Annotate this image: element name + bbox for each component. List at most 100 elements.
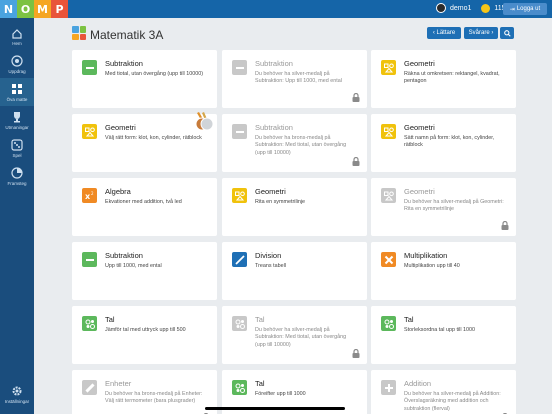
sidebar-item-target[interactable]: Uppdrag <box>0 50 34 78</box>
topic-card[interactable]: Geometri Sätt namn på form: klot, kon, cy… <box>371 114 516 172</box>
logo-letter: O <box>17 0 34 18</box>
sidebar-item-label: Hem <box>12 40 22 46</box>
topic-card: Subtraktion Du behöver ha brons-medalj på… <box>222 114 367 172</box>
math-grade-icon <box>72 26 86 40</box>
topic-description: Du behöver ha brons-medalj på Enheter: V… <box>105 391 203 405</box>
topic-card[interactable]: Subtraktion Med tiotal, utan övergång (up… <box>72 50 217 108</box>
sidebar-item-label: Utmaningar <box>5 124 29 130</box>
lock-icon <box>501 221 509 230</box>
grid-icon <box>12 83 22 94</box>
topic-description: Du behöver ha silver-medalj på Addition:… <box>404 391 501 412</box>
logo-letter: P <box>51 0 68 18</box>
topic-description: Upp till 1000, med ental <box>105 263 162 269</box>
sidebar-item-gear[interactable]: Inställningar <box>0 380 34 408</box>
sidebar-item-trophy[interactable]: Utmaningar <box>0 106 34 134</box>
search-icon <box>503 29 511 37</box>
topic-description: Jämför tal med uttryck upp till 500 <box>105 327 186 333</box>
lock-icon <box>352 93 360 102</box>
topic-title: Tal <box>105 315 115 324</box>
target-icon <box>11 54 23 67</box>
topic-description: Du behöver ha silver-medalj på Subtrakti… <box>255 71 342 85</box>
sidebar-item-home[interactable]: Hem <box>0 22 34 50</box>
avatar-icon <box>436 3 446 13</box>
topic-card[interactable]: Tal Storleksordna tal upp till 1000 <box>371 306 516 364</box>
topic-card[interactable]: Geometri Rita en symmetrilinje <box>222 178 367 236</box>
topic-title: Division <box>255 251 282 260</box>
sidebar-item-label: Framsteg <box>7 180 27 186</box>
topic-description: Rita en symmetrilinje <box>255 199 306 205</box>
easier-label: Lättare <box>436 30 456 36</box>
sidebar-item-label: Spel <box>12 152 22 158</box>
chart-icon <box>11 166 23 179</box>
chevron-right-icon: › <box>489 30 494 36</box>
topic-title: Geometri <box>255 187 286 196</box>
sidebar-item-label: Inställningar <box>4 398 30 404</box>
easier-button[interactable]: ‹ Lättare <box>427 27 461 39</box>
logout-label: Logga ut <box>516 6 541 12</box>
coin-icon <box>481 3 491 13</box>
topic-title: Subtraktion <box>255 59 293 68</box>
gear-icon <box>12 386 22 395</box>
topic-description: Treans tabell <box>255 263 286 269</box>
topic-description: Du behöver ha silver-medalj på Subtrakti… <box>255 327 347 348</box>
page-title: Matematik 3A <box>90 28 164 42</box>
top-bar: NOMP demo1 115 ⇥ Logga ut <box>0 0 552 18</box>
user-info[interactable]: demo1 115 <box>436 3 506 13</box>
dice-icon <box>11 138 23 151</box>
topic-description: Du behöver ha brons-medalj på Subtraktio… <box>255 135 347 156</box>
topic-card: Addition Du behöver ha silver-medalj på A… <box>371 370 516 414</box>
topic-title: Geometri <box>404 123 435 132</box>
topic-card: Enheter Du behöver ha brons-medalj på Enh… <box>72 370 217 414</box>
topic-title: Subtraktion <box>255 123 293 132</box>
topic-description: Storleksordna tal upp till 1000 <box>404 327 476 333</box>
topic-card[interactable]: Tal Jämför tal med uttryck upp till 500 <box>72 306 217 364</box>
search-button[interactable] <box>500 27 514 39</box>
topic-card: Subtraktion Du behöver ha silver-medalj p… <box>222 50 367 108</box>
topic-title: Tal <box>255 315 265 324</box>
username: demo1 <box>450 4 472 12</box>
sidebar-item-label: Uppdrag <box>8 68 26 74</box>
topic-title: Multiplikation <box>404 251 448 260</box>
topic-title: Tal <box>255 379 265 388</box>
topic-title: Geometri <box>404 187 435 196</box>
svg-text:2: 2 <box>91 191 94 196</box>
topic-description: Ekvationer med addition, två led <box>105 199 182 205</box>
lock-icon <box>352 157 360 166</box>
topic-card[interactable]: x 2 Algebra Ekvationer med addition, två le… <box>72 178 217 236</box>
topic-card: Tal Du behöver ha silver-medalj på Subtra… <box>222 306 367 364</box>
topic-card: Geometri Du behöver ha silver-medalj på G… <box>371 178 516 236</box>
topic-description: Räkna ut omkretsen: rektangel, kvadrat, … <box>404 71 500 85</box>
lock-icon <box>352 349 360 358</box>
sidebar-item-grid[interactable]: Öva matte <box>0 78 34 106</box>
sidebar: Hem Uppdrag Öva matte Utmaningar Spel Framste… <box>0 18 34 414</box>
topic-description: Du behöver ha silver-medalj på Geometri:… <box>404 199 504 213</box>
harder-button[interactable]: Svårare › <box>464 27 498 39</box>
logo-letter: N <box>0 0 17 18</box>
logo-letter: M <box>34 0 51 18</box>
home-icon <box>12 28 22 39</box>
trophy-icon <box>14 111 20 122</box>
logout-icon: ⇥ <box>509 6 515 13</box>
topic-card[interactable]: Subtraktion Upp till 1000, med ental <box>72 242 217 300</box>
topic-title: Addition <box>404 379 432 388</box>
topic-card[interactable]: Multiplikation Multiplikation upp till 40 <box>371 242 516 300</box>
sidebar-item-dice[interactable]: Spel <box>0 134 34 162</box>
nomp-logo[interactable]: NOMP <box>0 0 68 18</box>
topic-title: Subtraktion <box>105 251 143 260</box>
topic-description: Välj rätt form: klot, kon, cylinder, rät… <box>105 135 202 141</box>
topic-card[interactable]: Geometri Räkna ut omkretsen: rektangel, k… <box>371 50 516 108</box>
topic-description: Sätt namn på form: klot, kon, cylinder, … <box>404 135 495 149</box>
sidebar-item-label: Öva matte <box>6 96 28 102</box>
topic-title: Tal <box>404 315 414 324</box>
harder-label: Svårare <box>468 30 490 36</box>
medal-icon <box>195 112 215 137</box>
home-indicator <box>205 407 345 410</box>
topic-card[interactable]: Division Treans tabell <box>222 242 367 300</box>
logout-button[interactable]: ⇥ Logga ut <box>503 3 547 15</box>
sidebar-item-chart[interactable]: Framsteg <box>0 162 34 190</box>
topic-title: Algebra <box>105 187 131 196</box>
topic-description: Föreifter upp till 1000 <box>255 391 306 397</box>
topic-title: Subtraktion <box>105 59 143 68</box>
topic-title: Enheter <box>105 379 132 388</box>
topic-description: Multiplikation upp till 40 <box>404 263 460 269</box>
